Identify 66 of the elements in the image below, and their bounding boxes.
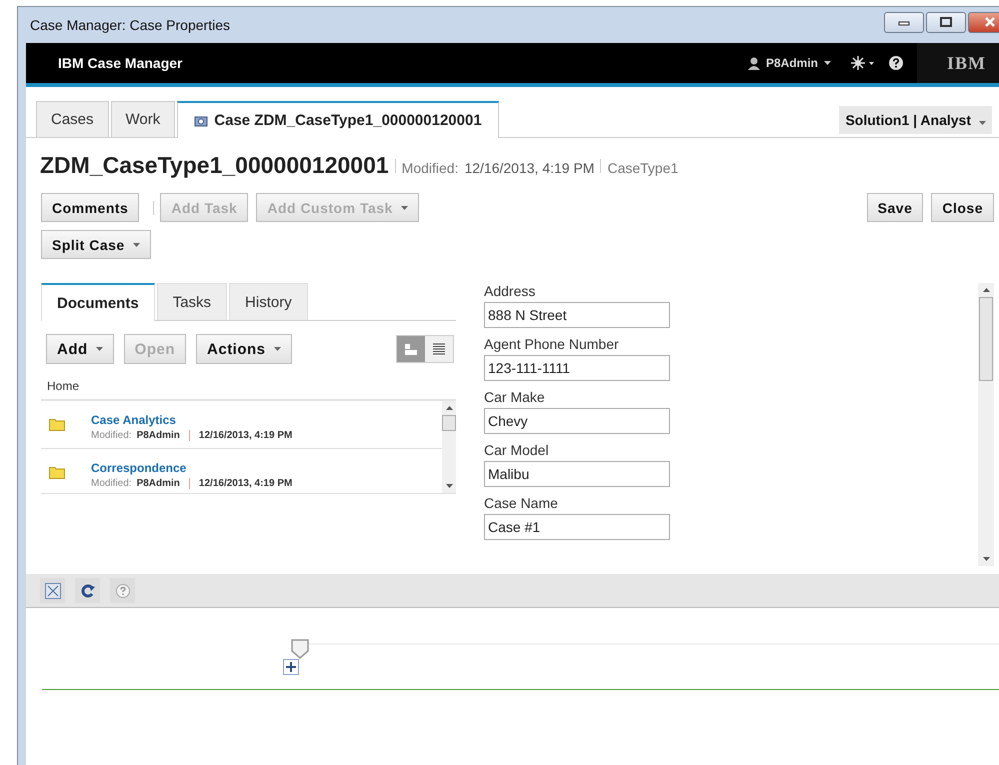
folder-icon (49, 465, 65, 479)
scroll-up-icon[interactable] (982, 288, 990, 292)
case-icon (194, 114, 208, 126)
field-label: Case Name (484, 495, 559, 511)
gear-icon[interactable] (851, 56, 875, 70)
toolbar-button[interactable]: Add (46, 334, 114, 364)
input-field[interactable]: 888 N Street (484, 302, 670, 328)
action-button[interactable]: Save (866, 193, 924, 222)
scrollbar[interactable] (442, 401, 456, 493)
close-button[interactable] (968, 12, 999, 32)
scroll-thumb[interactable] (442, 415, 456, 431)
action-button[interactable]: Close (931, 193, 994, 222)
minimize-button[interactable] (884, 12, 924, 32)
modified-label: Modified: (402, 160, 458, 176)
modified-date: 12/16/2013, 4:19 PM (464, 160, 594, 176)
tab[interactable]: Cases (36, 101, 109, 137)
maximize-button[interactable] (926, 12, 966, 32)
add-icon[interactable] (283, 659, 299, 675)
tab[interactable]: Case ZDM_CaseType1_000000120001 (177, 101, 499, 138)
tab[interactable]: Work (110, 101, 176, 137)
input-field[interactable]: Chevy (484, 408, 670, 434)
user-menu[interactable]: P8Admin (742, 55, 837, 71)
scroll-down-icon[interactable] (982, 557, 990, 561)
tab[interactable]: History (229, 283, 308, 320)
role-menu[interactable]: Solution1 | Analyst (839, 106, 992, 134)
document-link[interactable]: Correspondence (91, 461, 292, 475)
window-title: Case Manager: Case Properties (30, 17, 230, 33)
modified-user: P8Admin (136, 430, 180, 441)
input-field[interactable]: Malibu (484, 461, 670, 487)
scroll-up-icon[interactable] (446, 406, 452, 410)
field-label: Car Make (484, 389, 546, 405)
case-type: CaseType1 (607, 160, 678, 176)
user-icon (748, 56, 760, 70)
scrollbar[interactable] (978, 283, 994, 566)
field-label: Address (484, 283, 536, 299)
caret-icon (979, 121, 986, 125)
modified-label: Modified: (91, 478, 132, 489)
action-button[interactable]: Comments (41, 193, 140, 222)
app-title: IBM Case Manager (58, 55, 182, 71)
scroll-thumb[interactable] (979, 297, 993, 381)
maximize-icon (940, 17, 952, 27)
document-link[interactable]: Case Analytics (91, 413, 292, 427)
action-button[interactable]: Split Case (41, 230, 151, 259)
field-label: Car Model (484, 442, 550, 458)
input-field[interactable]: Case #1 (484, 514, 670, 540)
toolbar-button[interactable]: Actions (196, 334, 292, 364)
tab[interactable]: Documents (41, 283, 155, 321)
folder-icon (49, 417, 65, 431)
fit-icon[interactable] (40, 578, 65, 603)
input-field[interactable]: 123-111-1111 (484, 355, 670, 381)
logo: IBM (917, 43, 999, 83)
modified-date: 12/16/2013, 4:19 PM (198, 478, 292, 489)
breadcrumb[interactable]: Home (47, 379, 456, 393)
modified-date: 12/16/2013, 4:19 PM (198, 430, 292, 441)
tab[interactable]: Tasks (156, 283, 228, 320)
list-view-icon[interactable] (425, 336, 453, 362)
close-icon (984, 16, 996, 28)
case-title: ZDM_CaseType1_000000120001 (40, 152, 389, 179)
help-icon[interactable] (889, 56, 903, 70)
field-label: Agent Phone Number (484, 336, 620, 352)
modified-label: Modified: (91, 430, 132, 441)
caret-icon (824, 61, 831, 65)
stage-marker-icon[interactable] (290, 638, 310, 660)
scroll-down-icon[interactable] (446, 484, 452, 488)
modified-user: P8Admin (136, 478, 180, 489)
refresh-icon[interactable] (75, 578, 100, 603)
